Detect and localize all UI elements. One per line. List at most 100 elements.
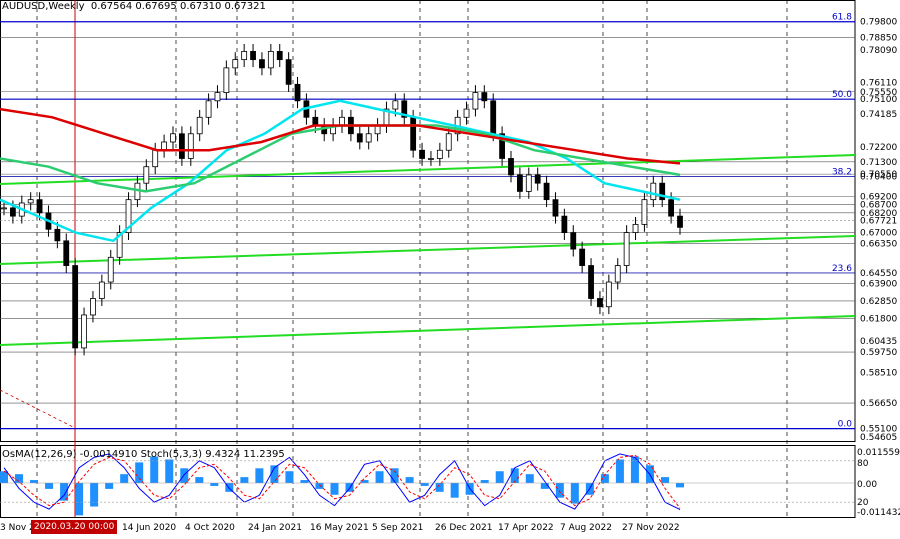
osma-bar <box>420 483 429 486</box>
candle-body <box>267 50 274 69</box>
price-tick-label: 0.61800 <box>860 314 897 324</box>
candle-body <box>259 59 265 69</box>
candle-body <box>605 281 612 308</box>
osma-bar <box>405 477 414 483</box>
time-tick-label: 7 Aug 2022 <box>560 523 612 533</box>
osma-bar <box>240 477 249 483</box>
price-tick-label: 0.78090 <box>860 46 897 56</box>
candle-body <box>170 133 176 143</box>
osc-tick-label: 0.0115593 <box>857 448 900 458</box>
candle-body <box>490 100 497 135</box>
candle-body <box>36 199 43 214</box>
candle-body <box>250 50 256 61</box>
projection-line <box>0 389 76 429</box>
price-tick-label: 0.58510 <box>860 368 897 378</box>
low-value: 0.67310 <box>179 1 222 12</box>
candle-body <box>81 314 87 349</box>
candle-body <box>223 67 230 93</box>
candle-body <box>98 281 105 299</box>
trend-line <box>0 235 856 265</box>
osma-label: OsMA(12,26,9) -0.0014910 <box>2 449 138 460</box>
time-tick-label: 17 Apr 2022 <box>498 523 554 533</box>
candle-body <box>54 228 61 242</box>
osma-bar <box>450 483 459 498</box>
time-tick-label: 14 Jun 2020 <box>122 523 176 533</box>
candle-body <box>543 182 550 201</box>
osc-tick-label: -0.0114320 <box>857 508 900 518</box>
osma-bar <box>255 468 264 483</box>
candle-body <box>428 158 434 160</box>
osma-bar <box>135 462 144 483</box>
osma-bar <box>615 459 624 483</box>
candle-body <box>668 199 675 217</box>
candle-body <box>534 174 541 184</box>
candle-body <box>436 149 443 159</box>
osma-bar <box>0 471 8 483</box>
time-tick-label: 26 Dec 2021 <box>435 523 493 533</box>
candle-body <box>1 207 7 210</box>
candle-body <box>508 158 514 176</box>
indicator-header: OsMA(12,26,9) -0.0014910 Stoch(5,3,3) 9.… <box>2 449 285 460</box>
time-tick-label: 5 Sep 2021 <box>372 523 423 533</box>
osma-bar <box>195 477 204 483</box>
candle-body <box>472 92 479 110</box>
osma-bar <box>330 483 339 495</box>
price-tick-label: 0.59750 <box>860 348 897 358</box>
candle-body <box>650 182 657 201</box>
price-axis: 0.798000.788500.780900.761100.755500.751… <box>860 18 897 443</box>
time-tick-label: 4 Oct 2020 <box>185 523 235 533</box>
high-value: 0.67695 <box>135 1 177 12</box>
candle-body <box>516 174 523 192</box>
time-tick-label: 16 May 2021 <box>310 523 369 533</box>
osma-bar <box>495 471 504 483</box>
candle-body <box>9 207 16 217</box>
osma-bar <box>150 456 159 483</box>
osma-bar <box>300 480 309 483</box>
chart-grid <box>0 0 856 518</box>
candle-body <box>481 92 488 102</box>
osma-bar <box>375 471 384 483</box>
fib-label: 61.8 <box>832 13 852 23</box>
trend-line <box>0 315 856 346</box>
osma-bar <box>676 483 684 488</box>
candle-body <box>90 298 96 316</box>
osma-bar <box>555 483 564 498</box>
osma-bar <box>525 474 534 483</box>
candle-body <box>276 50 283 61</box>
price-tick-label: 0.75100 <box>860 95 897 105</box>
candle-body <box>356 133 363 143</box>
candle-body <box>623 232 630 266</box>
symbol-label: AUDUSD,Weekly <box>2 1 85 12</box>
candle-body <box>570 232 577 250</box>
candle-body <box>178 133 185 159</box>
candle-body <box>196 116 203 135</box>
price-tick-label: 0.60435 <box>860 337 897 347</box>
price-tick-label: 0.54605 <box>860 433 897 443</box>
candle-body <box>107 256 114 283</box>
time-tick-label: 27 Nov 2022 <box>622 523 680 533</box>
crosshair-date: 2020.03.20 00:00 <box>31 520 118 534</box>
price-tick-label: 0.72200 <box>860 143 897 153</box>
candle-body <box>294 83 301 102</box>
candle-body <box>72 265 79 349</box>
candles <box>1 43 683 356</box>
candle-body <box>241 50 248 61</box>
osma-bar <box>480 480 489 483</box>
candle-body <box>285 59 292 85</box>
price-tick-label: 0.56650 <box>860 399 897 409</box>
osma-bar <box>30 480 39 483</box>
fib-label: 38.2 <box>832 168 852 178</box>
price-tick-label: 0.79800 <box>860 18 897 28</box>
osma-bar <box>315 483 324 489</box>
price-tick-label: 0.78850 <box>860 33 897 43</box>
candle-body <box>214 92 221 102</box>
candle-body <box>632 223 639 234</box>
candle-body <box>27 199 34 204</box>
osma-bar <box>75 483 84 516</box>
trend-lines <box>0 154 856 346</box>
osma-bar <box>120 474 129 483</box>
candle-body <box>552 199 559 217</box>
osma-bar <box>660 477 669 483</box>
candle-body <box>232 59 239 69</box>
fib-label: 0.0 <box>838 420 853 430</box>
